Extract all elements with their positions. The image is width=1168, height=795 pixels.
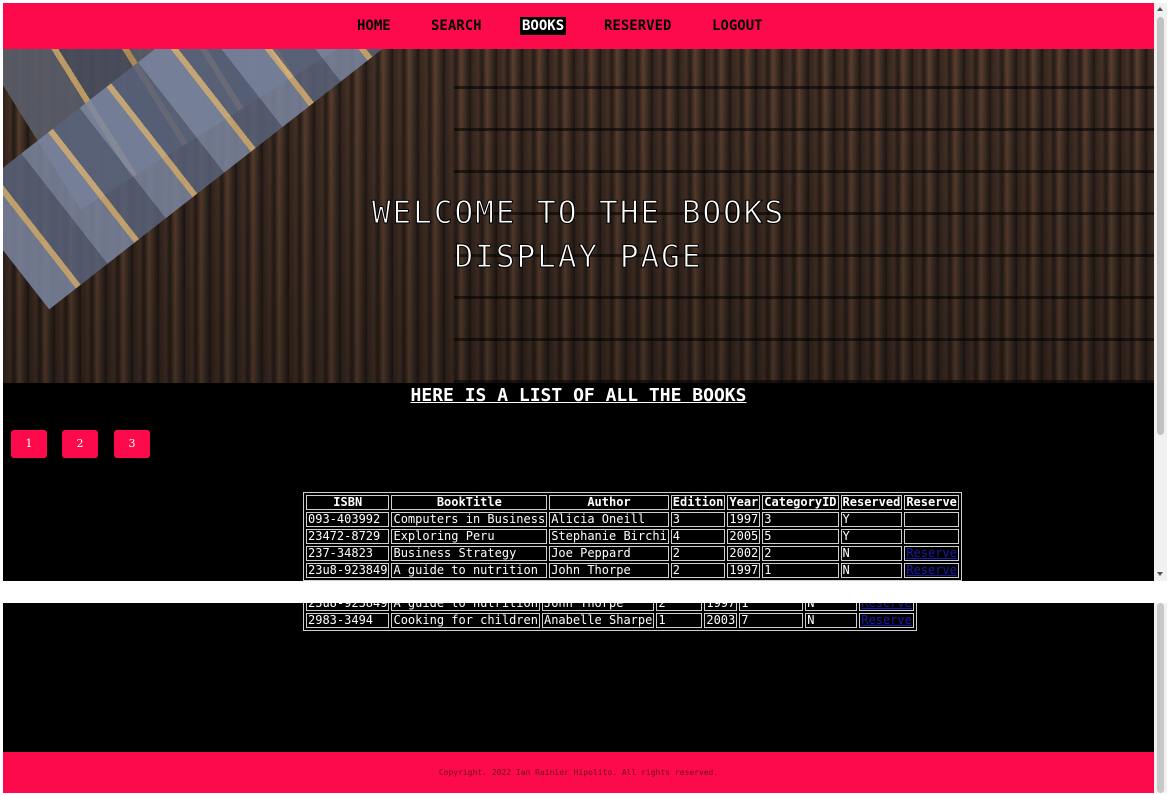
cell-author: John Thorpe (541, 603, 655, 611)
table-row: 23472-8729 Exploring Peru Stephanie Birc… (306, 529, 959, 544)
cell-title: Business Strategy (391, 546, 548, 561)
footer-copyright: Copyright. 2022 Ian Rainier Hipolito. Al… (438, 768, 719, 777)
table-row: 2983-3494 Cooking for children Anabelle … (306, 613, 914, 628)
table-header-row: ISBN BookTitle Author Edition Year Categ… (306, 495, 959, 510)
books-table-continued: 23u8-923849 A guide to nutrition John Th… (303, 603, 917, 631)
cell-author: Anabelle Sharpe (541, 613, 655, 628)
cell-year: 2005 (727, 529, 761, 544)
cell-edition: 2 (670, 546, 726, 561)
cell-title: A guide to nutrition (391, 563, 548, 578)
scroll-down-arrow-icon[interactable] (1157, 572, 1163, 576)
nav-logout-link[interactable]: LOGOUT (712, 17, 763, 35)
cell-title: Exploring Peru (391, 529, 548, 544)
page-viewport-bottom: 23u8-923849 A guide to nutrition John Th… (3, 603, 1154, 793)
hero-banner: WELCOME TO THE BOOKS DISPLAY PAGE (3, 49, 1154, 383)
cell-isbn: 237-34823 (306, 546, 390, 561)
cell-year: 1997 (727, 563, 761, 578)
cell-category: 5 (762, 529, 839, 544)
cell-reserve-empty (904, 529, 959, 544)
cell-author: Alicia Oneill (549, 512, 669, 527)
cell-isbn: 23472-8729 (306, 529, 390, 544)
cell-isbn: 23u8-923849 (306, 563, 390, 578)
header-reserved: Reserved (840, 495, 903, 510)
table-row: 237-34823 Business Strategy Joe Peppard … (306, 546, 959, 561)
scroll-up-arrow-icon[interactable] (1157, 7, 1163, 11)
header-isbn: ISBN (306, 495, 390, 510)
cell-isbn: 093-403992 (306, 512, 390, 527)
cell-edition: 2 (656, 603, 703, 611)
header-categoryid: CategoryID (762, 495, 839, 510)
cell-author: Stephanie Birchi (549, 529, 669, 544)
page-1-button[interactable]: 1 (11, 430, 47, 458)
cell-reserve-empty (904, 512, 959, 527)
cell-reserve: Reserve (904, 563, 959, 578)
cell-title: Cooking for children (391, 613, 540, 628)
books-list-heading: HERE IS A LIST OF ALL THE BOOKS (410, 385, 747, 406)
cell-reserve: Reserve (859, 613, 914, 628)
header-reserve: Reserve (904, 495, 959, 510)
page-2-button[interactable]: 2 (62, 430, 98, 458)
scrollbar-thumb[interactable] (1157, 17, 1164, 435)
vertical-scrollbar-bottom[interactable] (1154, 603, 1167, 793)
header-author: Author (549, 495, 669, 510)
reserve-link[interactable]: Reserve (861, 613, 912, 627)
reserve-link[interactable]: Reserve (906, 546, 957, 560)
nav-reserved-link[interactable]: RESERVED (604, 17, 671, 35)
books-table: ISBN BookTitle Author Edition Year Categ… (303, 492, 962, 581)
hero-title-line1: WELCOME TO THE BOOKS (371, 195, 786, 232)
cell-author: Joe Peppard (549, 546, 669, 561)
cell-reserved: N (840, 546, 903, 561)
cell-edition: 1 (656, 613, 703, 628)
cell-title: A guide to nutrition (391, 603, 540, 611)
page-viewport-top: HOME SEARCH BOOKS RESERVED LOGOUT WELCOM… (3, 3, 1154, 581)
nav-search-link[interactable]: SEARCH (431, 17, 482, 35)
table-row: 093-403992 Computers in Business Alicia … (306, 512, 959, 527)
cell-reserved: N (805, 613, 858, 628)
cell-isbn: 2983-3494 (306, 613, 390, 628)
cell-reserved: N (840, 563, 903, 578)
reserve-link[interactable]: Reserve (906, 563, 957, 577)
cell-year: 1997 (704, 603, 738, 611)
cell-reserved: Y (840, 512, 903, 527)
cell-category: 3 (762, 512, 839, 527)
nav-books-link[interactable]: BOOKS (520, 17, 567, 35)
cell-category: 1 (762, 563, 839, 578)
scrollbar-thumb-bottom[interactable] (1157, 603, 1164, 793)
page-3-button[interactable]: 3 (114, 430, 150, 458)
reserve-link[interactable]: Reserve (861, 603, 912, 610)
cell-edition: 2 (670, 563, 726, 578)
header-booktitle: BookTitle (391, 495, 548, 510)
nav-home-link[interactable]: HOME (357, 17, 391, 35)
cell-year: 2003 (704, 613, 738, 628)
table-row: 23u8-923849 A guide to nutrition John Th… (306, 563, 959, 578)
cell-edition: 4 (670, 529, 726, 544)
vertical-scrollbar[interactable] (1154, 3, 1167, 581)
cell-author: John Thorpe (549, 563, 669, 578)
table-row: 23u8-923849 A guide to nutrition John Th… (306, 603, 914, 611)
cell-category: 1 (739, 603, 804, 611)
cell-edition: 3 (670, 512, 726, 527)
cell-isbn: 23u8-923849 (306, 603, 390, 611)
cell-reserve: Reserve (859, 603, 914, 611)
cell-title: Computers in Business (391, 512, 548, 527)
navbar: HOME SEARCH BOOKS RESERVED LOGOUT (3, 3, 1154, 49)
header-year: Year (727, 495, 761, 510)
cell-reserve: Reserve (904, 546, 959, 561)
cell-year: 2002 (727, 546, 761, 561)
cell-year: 1997 (727, 512, 761, 527)
cell-reserved: Y (840, 529, 903, 544)
footer: Copyright. 2022 Ian Rainier Hipolito. Al… (3, 752, 1154, 793)
cell-category: 7 (739, 613, 804, 628)
cell-reserved: N (805, 603, 858, 611)
header-edition: Edition (670, 495, 726, 510)
hero-title-line2: DISPLAY PAGE (454, 239, 703, 276)
cell-category: 2 (762, 546, 839, 561)
